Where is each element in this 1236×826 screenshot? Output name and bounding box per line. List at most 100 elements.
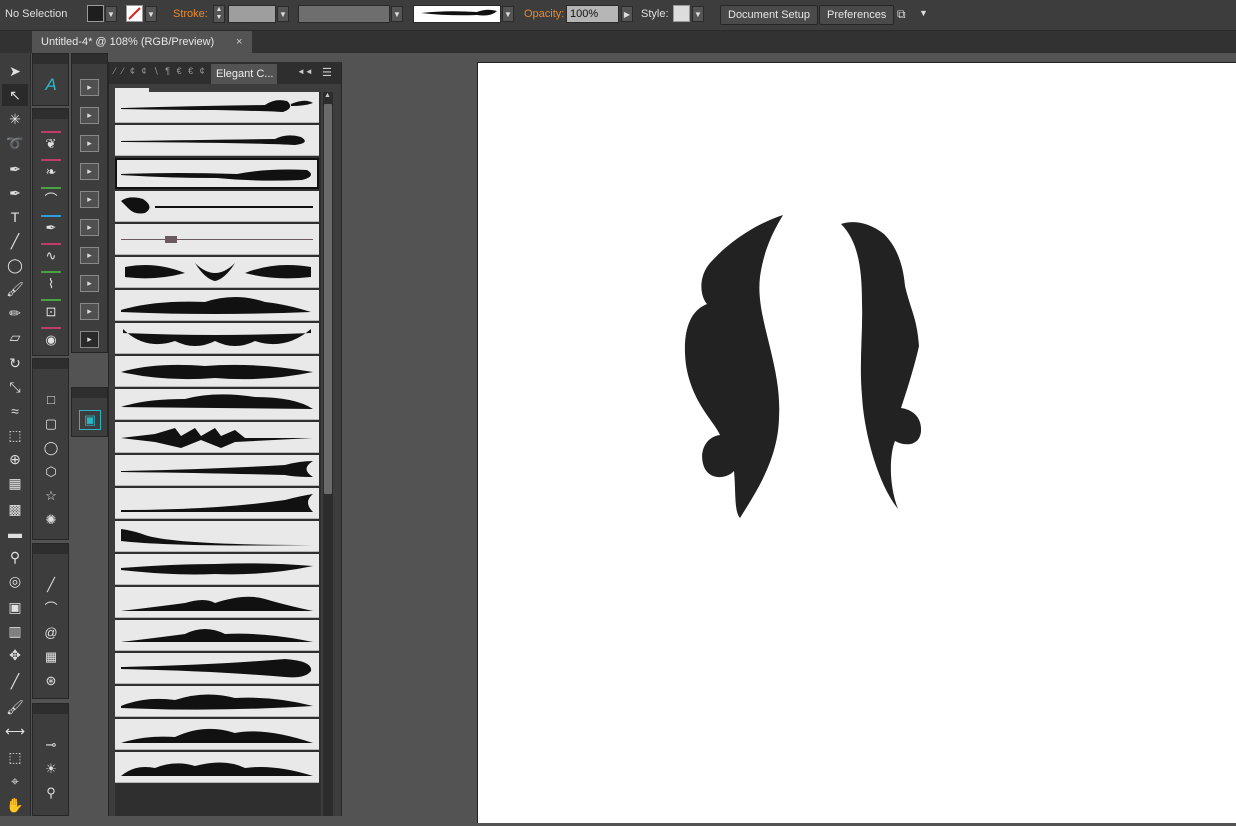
symbol-thumbnail[interactable] — [115, 290, 319, 321]
preferences-button[interactable]: Preferences — [819, 5, 895, 25]
star-tool-icon[interactable]: ☆ — [39, 485, 63, 507]
spiral-brush-icon[interactable]: ◉ — [39, 329, 63, 351]
type-tool-icon[interactable]: T — [2, 206, 28, 228]
slider-tool-icon[interactable]: ⊸ — [39, 734, 63, 756]
document-setup-button[interactable]: Document Setup — [720, 5, 818, 25]
panel-menu-icon[interactable]: ☰ — [322, 66, 332, 79]
ornament-artwork[interactable] — [478, 63, 1236, 823]
panel-header[interactable] — [72, 54, 107, 64]
symbol-library-icon[interactable]: ▸ — [80, 331, 99, 348]
symbol-thumbnail[interactable] — [115, 158, 319, 189]
puppet-warp-icon[interactable]: ⌖ — [2, 770, 28, 792]
symbol-thumbnail[interactable] — [115, 488, 319, 519]
symbol-thumbnail[interactable] — [115, 587, 319, 618]
symbol-thumbnail[interactable] — [115, 389, 319, 420]
symbol-library-icon[interactable]: ▸ — [80, 79, 99, 96]
symbol-thumbnail[interactable] — [115, 323, 319, 354]
rotate-icon[interactable]: ↻ — [2, 352, 28, 374]
lasso-icon[interactable]: ➰ — [2, 132, 28, 154]
stroke-swatch[interactable] — [126, 5, 143, 22]
symbol-thumbnail[interactable] — [115, 686, 319, 717]
blob-brush-icon[interactable]: 🖌 — [2, 696, 28, 718]
shape-builder-icon[interactable]: ⊕ — [2, 448, 28, 470]
stamp-icon[interactable]: ⚲ — [39, 782, 63, 804]
symbol-scrollbar[interactable]: ▲ — [323, 92, 333, 816]
artboard-panel-icon[interactable]: ▣ — [79, 410, 101, 430]
symbol-library-icon[interactable]: ▸ — [80, 135, 99, 152]
width-tool-icon[interactable]: ⟷ — [2, 720, 28, 742]
artboard[interactable] — [477, 62, 1236, 823]
brush-definition[interactable] — [413, 5, 501, 23]
symbol-thumbnail[interactable] — [115, 224, 319, 255]
tab-elegant-curves[interactable]: Elegant C... — [211, 64, 277, 84]
pencil-icon[interactable]: ✏ — [2, 302, 28, 324]
column-graph-icon[interactable]: ▥ — [2, 620, 28, 642]
artboard-tool-icon[interactable]: ✥ — [2, 644, 28, 666]
symbol-thumbnail[interactable] — [115, 92, 319, 123]
opacity-field[interactable]: 100% — [566, 5, 619, 23]
document-tab[interactable]: Untitled-4* @ 108% (RGB/Preview) × — [32, 31, 252, 53]
eyedropper-icon[interactable]: ⚲ — [2, 546, 28, 568]
eraser-icon[interactable]: ▱ — [2, 326, 28, 348]
style-swatch[interactable] — [673, 5, 690, 22]
symbol-thumbnail[interactable] — [115, 356, 319, 387]
perspective-grid-icon[interactable]: ▦ — [2, 472, 28, 494]
panel-header[interactable] — [33, 54, 68, 64]
curvature-pen-icon[interactable]: ✒ — [2, 182, 28, 204]
hand-tool-icon[interactable]: ✋ — [2, 794, 28, 816]
rectangle-tool-icon[interactable]: □ — [39, 389, 63, 411]
line-segment-icon[interactable]: ╱ — [39, 574, 63, 596]
brush-dropdown-icon[interactable]: ▼ — [502, 6, 514, 22]
symbol-library-icon[interactable]: ▸ — [80, 247, 99, 264]
opacity-label[interactable]: Opacity: — [524, 8, 564, 20]
scroll-thumb[interactable] — [324, 104, 332, 494]
collapsed-tabs[interactable]: ⁄ ⁄ ¢ ¢ ∖ ¶ € € ¢ — [114, 66, 207, 77]
symbol-thumbnail[interactable] — [115, 191, 319, 222]
profile-dropdown-icon[interactable]: ▼ — [391, 6, 403, 22]
symbol-thumbnail[interactable] — [115, 554, 319, 585]
symbol-library-icon[interactable]: ▸ — [80, 163, 99, 180]
stroke-label[interactable]: Stroke: — [173, 8, 208, 20]
symbol-thumbnail[interactable] — [115, 257, 319, 288]
gradient-icon[interactable]: ▬ — [2, 522, 28, 544]
ellipse-shape-icon[interactable]: ◯ — [39, 437, 63, 459]
magic-wand-icon[interactable]: ✳ — [2, 108, 28, 130]
symbol-thumbnail[interactable] — [115, 521, 319, 552]
symbol-library-icon[interactable]: ▸ — [80, 219, 99, 236]
panel-header[interactable] — [33, 109, 68, 119]
symbol-thumbnail[interactable] — [115, 653, 319, 684]
type-on-path-icon[interactable]: A — [39, 74, 63, 96]
ellipse-tool-icon[interactable]: ◯ — [2, 254, 28, 276]
style-dropdown-icon[interactable]: ▼ — [692, 6, 704, 22]
symbol-library-icon[interactable]: ▸ — [80, 191, 99, 208]
arrange-documents-icon[interactable]: ⧉ — [897, 7, 913, 21]
panel-header[interactable] — [33, 359, 68, 369]
symbol-library-icon[interactable]: ▸ — [80, 107, 99, 124]
variable-width-profile[interactable] — [298, 5, 390, 23]
stroke-weight-stepper[interactable]: ▲ ▼ — [213, 5, 225, 23]
symbol-thumbnail[interactable] — [115, 422, 319, 453]
symbol-thumbnail[interactable] — [115, 455, 319, 486]
arc-tool-icon[interactable]: ⌒ — [39, 598, 63, 620]
symbol-thumbnail[interactable] — [115, 125, 319, 156]
stroke-weight-dropdown-icon[interactable]: ▼ — [277, 6, 289, 22]
line-tool-icon[interactable]: ╱ — [2, 230, 28, 252]
symbol-thumbnail[interactable] — [115, 719, 319, 750]
polygon-icon[interactable]: ⬡ — [39, 461, 63, 483]
blend-icon[interactable]: ◎ — [2, 570, 28, 592]
selection-tool-icon[interactable]: ➤ — [2, 60, 28, 82]
symbol-sprayer-icon[interactable]: ▣ — [2, 596, 28, 618]
fill-swatch[interactable] — [87, 5, 104, 22]
symbol-library-icon[interactable]: ▸ — [80, 303, 99, 320]
stroke-weight-field[interactable] — [228, 5, 276, 23]
bounding-box-icon[interactable]: ⬚ — [2, 746, 28, 768]
panel-header[interactable] — [33, 704, 68, 714]
close-tab-icon[interactable]: × — [236, 31, 242, 53]
smooth-path-icon[interactable]: ⌇ — [39, 273, 63, 295]
mesh-icon[interactable]: ▩ — [2, 498, 28, 520]
paintbrush-icon[interactable]: 🖌 — [2, 278, 28, 300]
warp-icon[interactable]: ≈ — [2, 400, 28, 422]
butterfly-brush-icon[interactable]: ❦ — [39, 133, 63, 155]
rectangular-grid-icon[interactable]: ▦ — [39, 646, 63, 668]
scale-icon[interactable]: ⤡ — [2, 376, 28, 398]
